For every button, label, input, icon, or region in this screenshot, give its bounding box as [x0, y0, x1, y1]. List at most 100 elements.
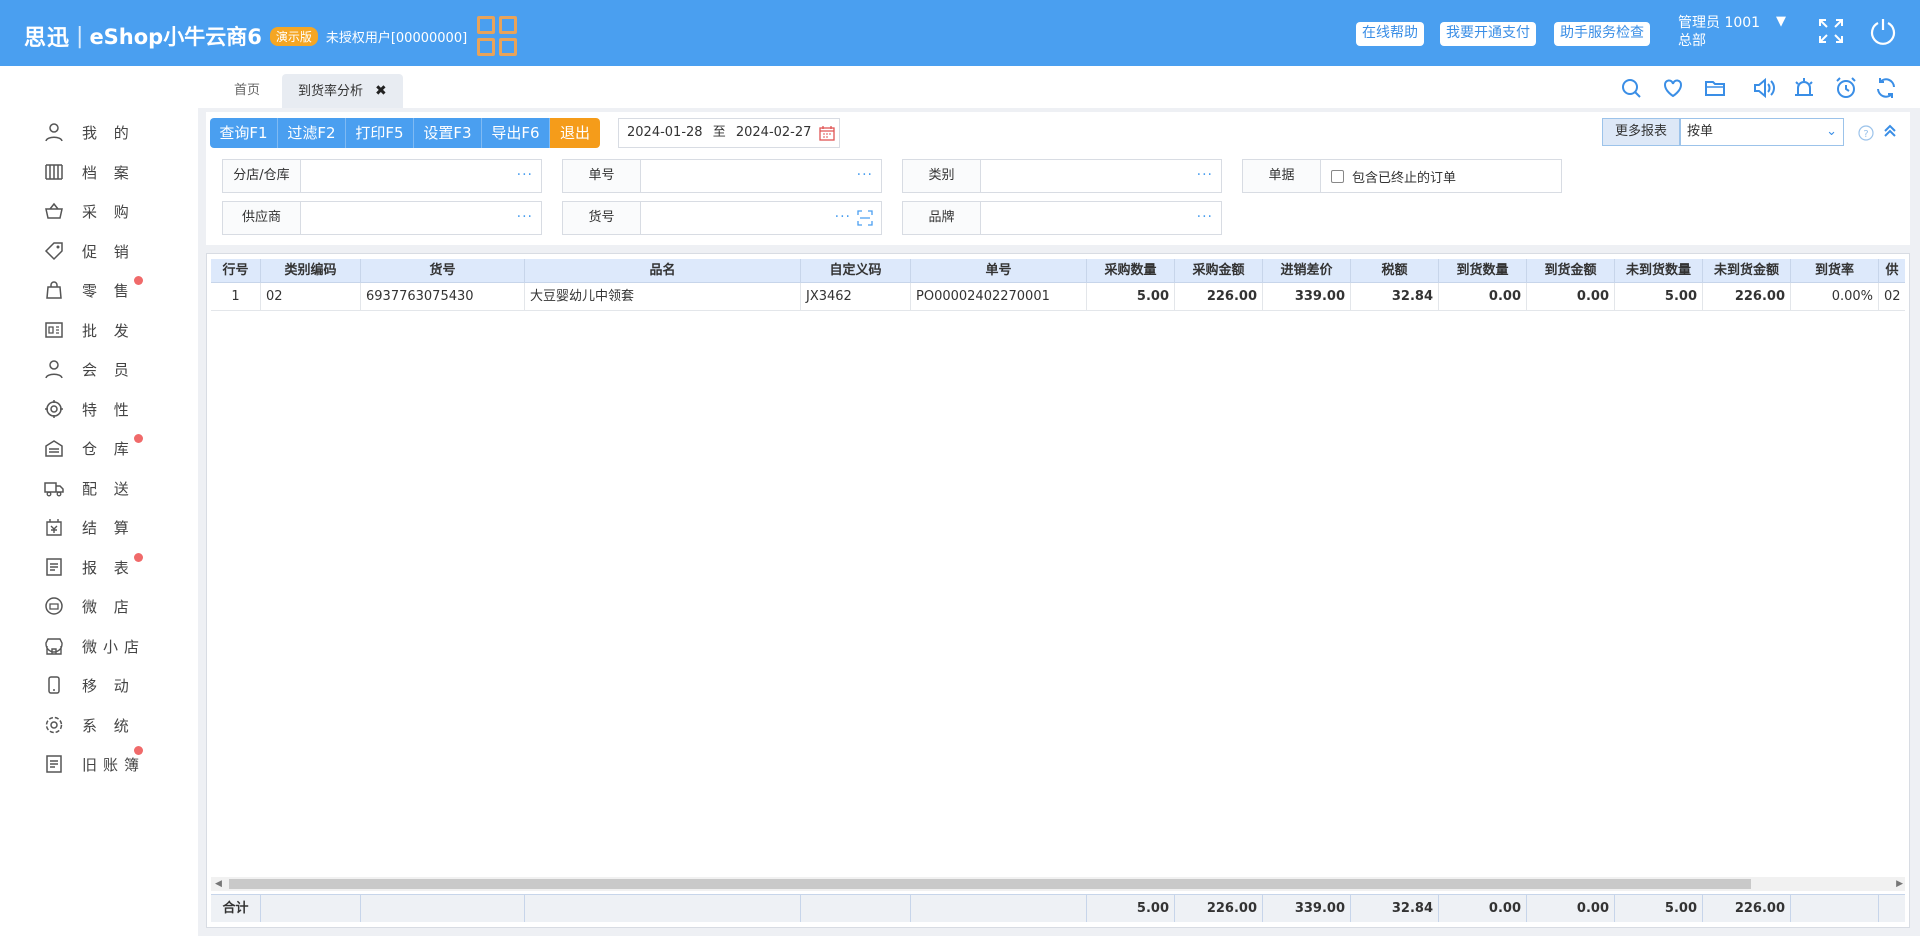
filter-button[interactable]: 过滤F2	[278, 118, 346, 148]
scroll-left-icon[interactable]: ◀	[215, 877, 222, 891]
exit-button[interactable]: 退出	[550, 118, 600, 148]
sidebar-item-wholesale[interactable]: 批 发	[44, 314, 184, 346]
fullscreen-icon[interactable]	[1816, 16, 1846, 46]
more-dots-icon[interactable]: ···	[1197, 167, 1213, 183]
column-header[interactable]: 未到货金额	[1703, 259, 1791, 283]
qr-code-icon[interactable]	[477, 16, 518, 56]
sidebar-item-system[interactable]: 系 统	[44, 709, 184, 741]
column-header[interactable]: 进销差价	[1263, 259, 1351, 283]
heart-icon[interactable]	[1661, 76, 1685, 100]
cell-price-diff: 339.00	[1263, 283, 1351, 311]
sidebar-item-report[interactable]: 报 表	[44, 551, 184, 583]
item-no-label: 货号	[563, 202, 641, 234]
column-header[interactable]: 到货数量	[1439, 259, 1527, 283]
feature-icon	[45, 400, 63, 418]
print-button[interactable]: 打印F5	[346, 118, 414, 148]
more-reports-select[interactable]: 按单 ⌄	[1680, 118, 1844, 146]
power-icon[interactable]	[1868, 16, 1898, 46]
tab-arrival-rate-analysis[interactable]: 到货率分析 ✖	[282, 74, 403, 108]
bag-icon	[46, 281, 62, 299]
category-input[interactable]: ···	[981, 160, 1221, 192]
alarm-icon[interactable]	[1792, 76, 1816, 100]
totals-empty	[261, 895, 361, 922]
horizontal-scrollbar[interactable]: ◀ ▶	[211, 877, 1905, 891]
column-header[interactable]: 货号	[361, 259, 525, 283]
sidebar-item-label: 档 案	[82, 163, 135, 182]
sidebar-item-promotion[interactable]: 促 销	[44, 235, 184, 267]
item-no-input[interactable]: ···	[641, 202, 881, 234]
online-help-button[interactable]: 在线帮助	[1356, 22, 1424, 46]
column-header[interactable]: 自定义码	[801, 259, 911, 283]
column-header[interactable]: 到货金额	[1527, 259, 1615, 283]
include-terminated-checkbox[interactable]	[1331, 169, 1344, 183]
service-check-button[interactable]: 助手服务检查	[1554, 22, 1650, 46]
query-panel: 查询F1 过滤F2 打印F5 设置F3 导出F6 退出 2024-01-28 至…	[206, 112, 1910, 245]
sidebar-item-mini-shop[interactable]: 微小店	[44, 630, 184, 662]
open-payment-button[interactable]: 我要开通支付	[1440, 22, 1536, 46]
sidebar-item-mine[interactable]: 我 的	[44, 116, 184, 148]
sidebar-item-member[interactable]: 会 员	[44, 353, 184, 385]
sidebar-item-label: 采 购	[82, 202, 135, 221]
microstore-icon	[45, 597, 63, 615]
column-header[interactable]: 单号	[911, 259, 1087, 283]
search-icon[interactable]	[1619, 76, 1643, 100]
more-dots-icon[interactable]: ···	[1197, 209, 1213, 225]
sidebar-item-archive[interactable]: 档 案	[44, 156, 184, 188]
more-dots-icon[interactable]: ···	[835, 209, 851, 225]
export-button[interactable]: 导出F6	[482, 118, 550, 148]
sidebar-item-label: 促 销	[82, 242, 135, 261]
sidebar-item-microstore[interactable]: 微 店	[44, 590, 184, 622]
tab-home[interactable]: 首页	[218, 74, 276, 108]
gear-icon	[45, 716, 63, 734]
sidebar-item-label: 报 表	[82, 558, 135, 577]
scroll-right-icon[interactable]: ▶	[1896, 877, 1903, 891]
order-no-input[interactable]: ···	[641, 160, 881, 192]
date-range-input[interactable]: 2024-01-28 至 2024-02-27	[618, 118, 840, 148]
column-header[interactable]: 类别编码	[261, 259, 361, 283]
supplier-input[interactable]: ···	[301, 202, 541, 234]
cell-purchase-amount: 226.00	[1175, 283, 1263, 311]
column-header[interactable]: 行号	[211, 259, 261, 283]
total-pending-amount: 226.00	[1703, 895, 1791, 922]
speaker-icon[interactable]	[1752, 76, 1776, 100]
collapse-up-icon[interactable]	[1882, 123, 1898, 139]
branch-field: 分店/仓库 ···	[222, 159, 542, 193]
calendar-icon[interactable]	[819, 125, 835, 141]
document-label: 单据	[1243, 160, 1321, 192]
sidebar-item-old-ledger[interactable]: 旧账簿	[44, 746, 184, 780]
scan-icon[interactable]	[857, 210, 873, 226]
refresh-icon[interactable]	[1874, 76, 1898, 100]
sidebar-item-delivery[interactable]: 配 送	[44, 472, 184, 504]
close-icon[interactable]: ✖	[375, 83, 387, 99]
sidebar-item-feature[interactable]: 特 性	[44, 393, 184, 425]
branch-input[interactable]: ···	[301, 160, 541, 192]
tab-label: 到货率分析	[298, 84, 364, 99]
sidebar-item-warehouse[interactable]: 仓 库	[44, 432, 184, 464]
query-button[interactable]: 查询F1	[210, 118, 278, 148]
include-terminated-option[interactable]: 包含已终止的订单	[1321, 160, 1561, 192]
more-dots-icon[interactable]: ···	[517, 209, 533, 225]
column-header[interactable]: 到货率	[1791, 259, 1879, 283]
more-dots-icon[interactable]: ···	[857, 167, 873, 183]
mobile-icon	[48, 676, 60, 694]
column-header[interactable]: 未到货数量	[1615, 259, 1703, 283]
user-caret-icon[interactable]: ▼	[1776, 14, 1786, 29]
help-icon[interactable]: ?	[1858, 125, 1874, 141]
column-header[interactable]: 供	[1879, 259, 1905, 283]
user-menu[interactable]: 管理员 1001 总部	[1678, 14, 1760, 50]
settings-button[interactable]: 设置F3	[414, 118, 482, 148]
scrollbar-thumb[interactable]	[229, 879, 1751, 889]
folder-icon[interactable]	[1703, 76, 1727, 100]
brand-input[interactable]: ···	[981, 202, 1221, 234]
clock-icon[interactable]	[1834, 76, 1858, 100]
sidebar-item-mobile[interactable]: 移 动	[44, 669, 184, 701]
column-header[interactable]: 税额	[1351, 259, 1439, 283]
column-header[interactable]: 采购金额	[1175, 259, 1263, 283]
column-header[interactable]: 品名	[525, 259, 801, 283]
total-purchase-amount: 226.00	[1175, 895, 1263, 922]
more-dots-icon[interactable]: ···	[517, 167, 533, 183]
column-header[interactable]: 采购数量	[1087, 259, 1175, 283]
sidebar-item-retail[interactable]: 零 售	[44, 274, 184, 306]
sidebar-item-purchase[interactable]: 采 购	[44, 195, 184, 227]
sidebar-item-settlement[interactable]: 结 算	[44, 511, 184, 543]
